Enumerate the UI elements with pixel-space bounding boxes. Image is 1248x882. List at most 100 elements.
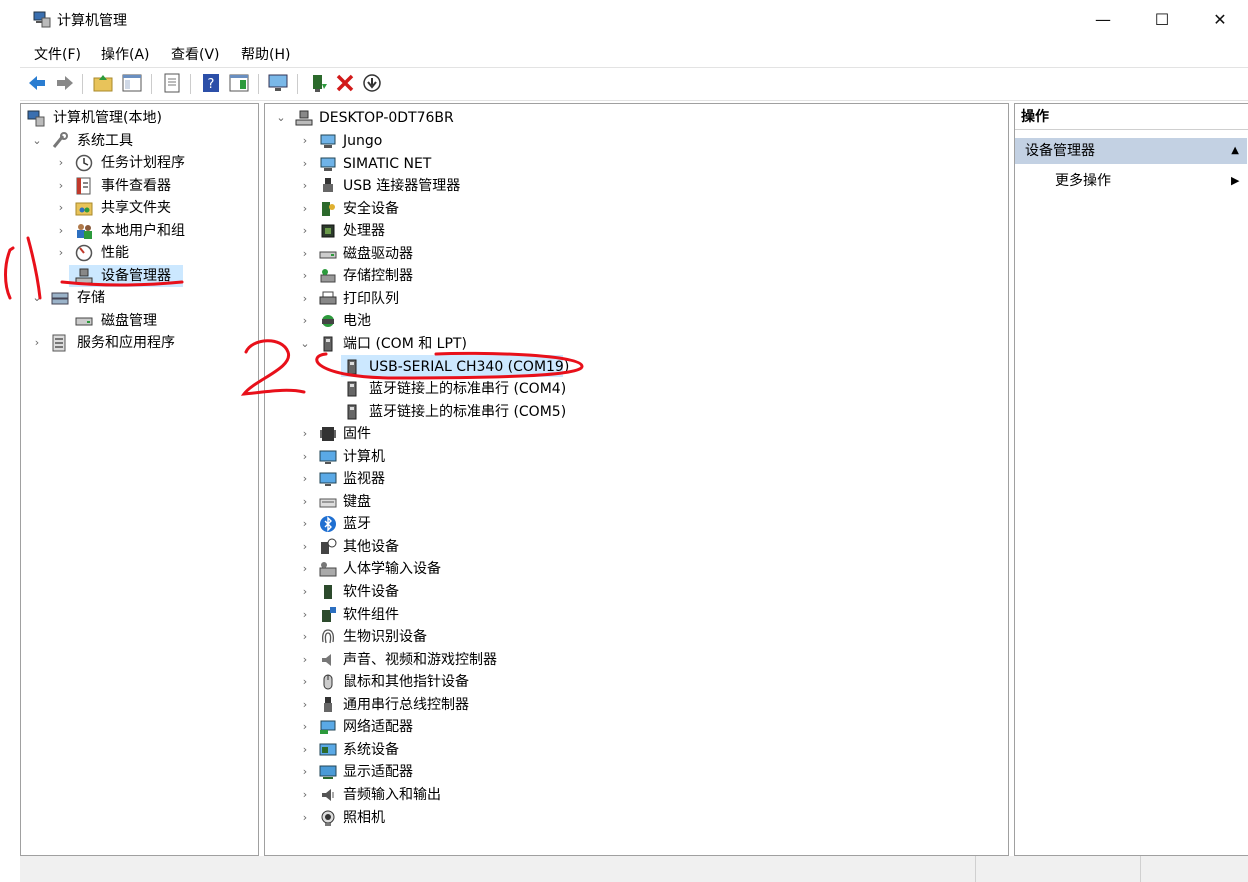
port-icon — [347, 359, 357, 375]
chevron-right-icon[interactable]: › — [299, 288, 311, 310]
monitor-icon[interactable] — [267, 72, 289, 94]
menu-view[interactable]: 查看(V) — [171, 44, 220, 64]
hid-icon — [319, 562, 337, 577]
tree-item-label: 共享文件夹 — [101, 200, 171, 216]
tree-item-label: USB 连接器管理器 — [343, 178, 461, 194]
tree-item-label: 照相机 — [343, 810, 385, 826]
audio-icon — [322, 789, 334, 801]
toolbar: ? — [20, 67, 1248, 101]
status-separator — [975, 856, 976, 882]
more-actions-label: 更多操作 — [1055, 173, 1111, 189]
chevron-right-icon[interactable]: › — [299, 536, 311, 558]
chevron-right-icon[interactable]: › — [299, 739, 311, 761]
chevron-right-icon[interactable]: › — [299, 491, 311, 513]
up-folder-icon[interactable] — [92, 72, 114, 94]
status-separator — [1140, 856, 1141, 882]
computer-management-icon — [33, 11, 51, 28]
device-tree-pane: ⌄ DESKTOP-0DT76BR › Jungo › SIMATIC NET › USB… — [264, 103, 1009, 856]
tree-item-label: 事件查看器 — [101, 178, 171, 194]
port-icon — [323, 336, 333, 352]
chevron-right-icon[interactable]: › — [299, 807, 311, 829]
menu-action[interactable]: 操作(A) — [101, 44, 150, 64]
menu-help[interactable]: 帮助(H) — [241, 44, 290, 64]
menu-file[interactable]: 文件(F) — [34, 44, 81, 64]
tree-item-label: Jungo — [343, 133, 383, 149]
battery-icon — [322, 315, 334, 327]
export-list-icon[interactable] — [161, 72, 183, 94]
chevron-right-icon[interactable]: › — [31, 332, 43, 354]
swcomp-icon — [322, 607, 336, 622]
back-arrow-icon[interactable] — [26, 72, 48, 94]
chevron-right-icon[interactable]: › — [299, 423, 311, 445]
chevron-right-icon[interactable]: › — [299, 784, 311, 806]
actions-section-label: 设备管理器 — [1025, 143, 1095, 159]
window-title: 计算机管理 — [57, 13, 127, 29]
security-icon — [322, 202, 335, 216]
chevron-down-icon[interactable]: ⌄ — [31, 287, 43, 309]
chevron-right-icon[interactable]: › — [55, 220, 67, 242]
collapse-up-icon[interactable]: ▲ — [1231, 138, 1239, 164]
chevron-right-icon[interactable]: › — [55, 242, 67, 264]
chevron-right-icon[interactable]: › — [299, 716, 311, 738]
shared-folder-icon — [75, 202, 93, 216]
close-button[interactable]: ✕ — [1205, 8, 1235, 32]
chevron-right-icon[interactable]: › — [299, 694, 311, 716]
computer-icon — [295, 110, 313, 126]
download-circle-icon[interactable] — [361, 72, 383, 94]
chevron-right-icon[interactable]: › — [55, 175, 67, 197]
storagectl-icon — [320, 269, 336, 283]
action-pane-icon[interactable] — [228, 72, 250, 94]
more-actions-item[interactable]: 更多操作 — [1055, 168, 1111, 194]
help-icon[interactable]: ? — [200, 72, 222, 94]
menu-bar: 文件(F) 操作(A) 查看(V) 帮助(H) — [20, 40, 1248, 66]
minimize-button[interactable]: — — [1088, 8, 1118, 32]
usbctl-icon — [324, 697, 332, 712]
chevron-right-icon[interactable]: › — [299, 558, 311, 580]
chevron-right-icon[interactable]: › — [299, 671, 311, 693]
chevron-right-icon[interactable]: › — [299, 761, 311, 783]
tree-item-label: 蓝牙 — [343, 516, 371, 532]
chevron-right-icon[interactable]: › — [299, 446, 311, 468]
chevron-right-icon[interactable]: › — [299, 243, 311, 265]
chevron-right-icon[interactable]: › — [299, 604, 311, 626]
actions-header: 操作 — [1015, 104, 1248, 130]
chevron-right-icon[interactable]: › — [299, 130, 311, 152]
chevron-down-icon[interactable]: ⌄ — [31, 130, 43, 152]
chevron-right-icon[interactable]: › — [299, 513, 311, 535]
sound-icon — [322, 654, 331, 666]
system-icon — [319, 743, 337, 756]
display-icon — [319, 765, 337, 779]
tree-item-label: SIMATIC NET — [343, 156, 432, 172]
chevron-right-icon[interactable]: › — [299, 220, 311, 242]
chevron-right-icon[interactable]: › — [299, 626, 311, 648]
forward-arrow-icon[interactable] — [54, 72, 76, 94]
submenu-arrow-icon[interactable]: ▶ — [1231, 168, 1239, 194]
chevron-right-icon[interactable]: › — [299, 153, 311, 175]
tree-item-label: 电池 — [343, 313, 371, 329]
tree-item-label: 生物识别设备 — [343, 629, 427, 645]
event-viewer-icon — [76, 177, 91, 195]
computer-management-icon — [27, 110, 45, 127]
chevron-right-icon[interactable]: › — [299, 265, 311, 287]
chevron-right-icon[interactable]: › — [299, 175, 311, 197]
chevron-right-icon[interactable]: › — [299, 581, 311, 603]
update-driver-icon[interactable] — [307, 72, 329, 94]
chevron-right-icon[interactable]: › — [55, 152, 67, 174]
chevron-right-icon[interactable]: › — [299, 198, 311, 220]
services-icon — [52, 334, 66, 352]
tree-item-label: 软件设备 — [343, 584, 399, 600]
chevron-right-icon[interactable]: › — [299, 468, 311, 490]
chevron-right-icon[interactable]: › — [299, 310, 311, 332]
tree-item-label: 磁盘管理 — [101, 313, 157, 329]
clock-icon — [75, 154, 93, 172]
maximize-button[interactable]: ☐ — [1147, 8, 1177, 32]
show-hide-tree-icon[interactable] — [121, 72, 143, 94]
uninstall-x-icon[interactable] — [334, 72, 356, 94]
computer-name: DESKTOP-0DT76BR — [319, 110, 454, 126]
chevron-right-icon[interactable]: › — [55, 197, 67, 219]
chevron-down-icon[interactable]: ⌄ — [299, 333, 311, 355]
actions-section-device-manager[interactable]: 设备管理器 ▲ — [1015, 138, 1247, 164]
chevron-right-icon[interactable]: › — [299, 649, 311, 671]
chevron-down-icon[interactable]: ⌄ — [275, 107, 287, 129]
firmware-icon — [320, 427, 336, 441]
